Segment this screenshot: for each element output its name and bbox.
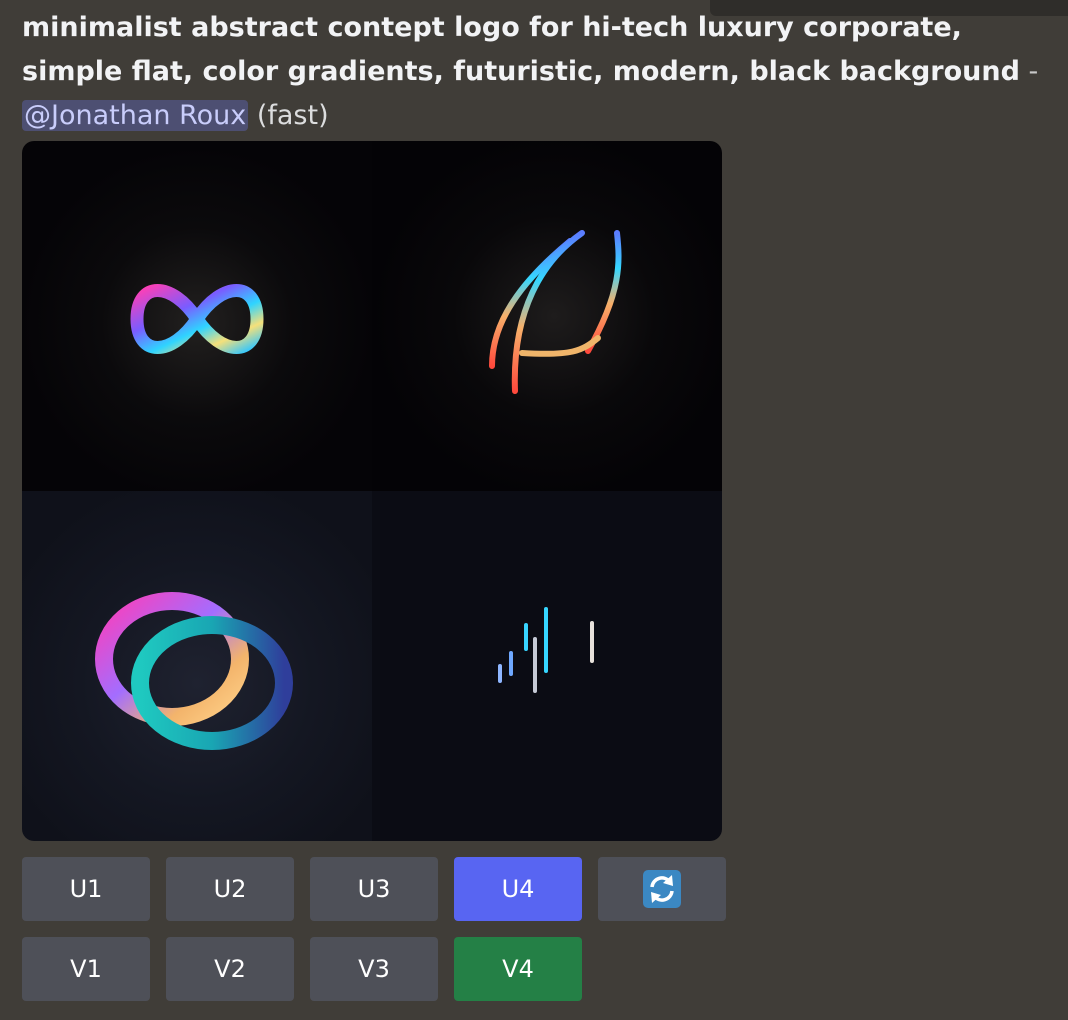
leaf-logo-icon xyxy=(489,230,622,394)
variation-4-button[interactable]: V4 xyxy=(454,937,582,1001)
refresh-icon xyxy=(643,870,681,908)
rings-logo-icon xyxy=(95,592,293,750)
upscale-2-button[interactable]: U2 xyxy=(166,857,294,921)
upscale-3-button[interactable]: U3 xyxy=(310,857,438,921)
image-tile-3[interactable] xyxy=(22,491,372,841)
upscale-1-button[interactable]: U1 xyxy=(22,857,150,921)
reroll-button[interactable] xyxy=(598,857,726,921)
infinity-logo-icon xyxy=(130,284,264,354)
image-tile-4[interactable] xyxy=(372,491,722,841)
action-buttons: U1 U2 U3 U4 V1 V2 V3 V4 xyxy=(22,857,726,1017)
variation-3-button[interactable]: V3 xyxy=(310,937,438,1001)
variation-1-button[interactable]: V1 xyxy=(22,937,150,1001)
message-content: minimalist abstract contept logo for hi-… xyxy=(22,6,1052,138)
upscale-row: U1 U2 U3 U4 xyxy=(22,857,726,921)
separator: - xyxy=(1019,56,1039,87)
speed-label: (fast) xyxy=(256,100,329,131)
bars-logo-icon xyxy=(498,587,594,741)
variation-2-button[interactable]: V2 xyxy=(166,937,294,1001)
upscale-4-button[interactable]: U4 xyxy=(454,857,582,921)
image-tile-1[interactable] xyxy=(22,141,372,491)
user-mention[interactable]: @Jonathan Roux xyxy=(22,100,249,131)
variation-row: V1 V2 V3 V4 xyxy=(22,937,726,1001)
image-tile-2[interactable] xyxy=(372,141,722,491)
prompt-text: minimalist abstract contept logo for hi-… xyxy=(22,12,1020,87)
image-grid[interactable] xyxy=(22,141,722,841)
